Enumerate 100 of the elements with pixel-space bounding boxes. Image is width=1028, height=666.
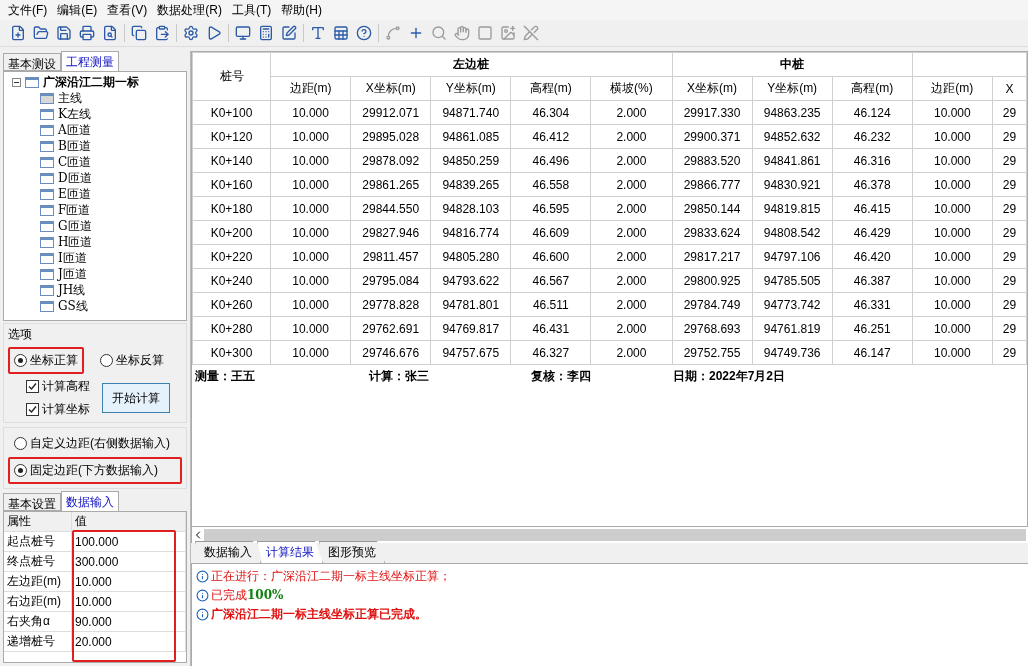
tab[interactable]: 数据输入 xyxy=(61,491,119,511)
tab[interactable]: 数据输入 xyxy=(195,541,261,563)
property-value[interactable]: 20.000 xyxy=(72,632,186,652)
table-cell: 10.000 xyxy=(912,244,993,269)
radio-option[interactable]: 坐标正算 xyxy=(8,347,84,374)
paste-icon[interactable] xyxy=(153,24,171,42)
open-folder-icon[interactable] xyxy=(32,24,50,42)
monitor-icon[interactable] xyxy=(234,24,252,42)
table-cell: 10.000 xyxy=(912,196,993,221)
property-name: 左边距(m) xyxy=(4,572,72,592)
table-cell: 46.304 xyxy=(510,100,591,125)
tab[interactable]: 计算结果 xyxy=(257,541,323,563)
tree-item[interactable]: G匝道 xyxy=(58,217,92,235)
collapse-icon[interactable] xyxy=(12,77,21,87)
table-cell: 46.431 xyxy=(510,316,591,341)
table-cell: 29 xyxy=(992,244,1027,269)
checkbox[interactable] xyxy=(26,380,39,393)
table-cell: 10.000 xyxy=(270,316,351,341)
tree-item[interactable]: H匝道 xyxy=(58,233,93,251)
table-cell: 10.000 xyxy=(912,148,993,173)
scrollbar-thumb[interactable] xyxy=(204,529,1026,541)
edit-icon[interactable] xyxy=(280,24,298,42)
radio-label: 固定边距(下方数据输入) xyxy=(30,462,158,479)
table-cell: 10.000 xyxy=(912,172,993,197)
column-header: 横坡(%) xyxy=(590,76,672,101)
letter-icon[interactable] xyxy=(309,24,327,42)
settings-icon[interactable] xyxy=(182,24,200,42)
menu-item[interactable]: 查看(V) xyxy=(103,1,152,19)
tree-item[interactable]: GS线 xyxy=(58,297,88,315)
spreadsheet-icon[interactable] xyxy=(332,24,350,42)
table-cell: 29746.676 xyxy=(350,340,431,365)
property-value[interactable]: 300.000 xyxy=(72,552,186,572)
table-cell: 94871.740 xyxy=(430,100,511,125)
radio-icon[interactable] xyxy=(100,354,113,367)
tree-item[interactable]: 广深沿江二期一标 xyxy=(43,73,139,91)
table-cell: 2.000 xyxy=(590,124,672,149)
tree-item[interactable]: K左线 xyxy=(58,105,91,123)
table-cell: 29 xyxy=(992,316,1027,341)
table-cell: 29833.624 xyxy=(672,220,753,245)
calculator-icon[interactable] xyxy=(257,24,275,42)
menu-item[interactable]: 数据处理(R) xyxy=(153,1,226,19)
table-cell: 46.415 xyxy=(832,196,913,221)
tree-item[interactable]: I匝道 xyxy=(58,249,87,267)
printer-icon[interactable] xyxy=(78,24,96,42)
checkbox[interactable] xyxy=(26,403,39,416)
new-file-icon[interactable] xyxy=(9,24,27,42)
tab[interactable]: 基本设置 xyxy=(3,493,61,511)
table-cell: 10.000 xyxy=(270,124,351,149)
table-cell: 29 xyxy=(992,100,1027,125)
table-cell: K0+220 xyxy=(192,244,271,269)
menu-item[interactable]: 文件(F) xyxy=(4,1,52,19)
help-icon[interactable] xyxy=(355,24,373,42)
table-cell: 94797.106 xyxy=(752,244,833,269)
tree-item[interactable]: F匝道 xyxy=(58,201,91,219)
table-cell: 46.429 xyxy=(832,220,913,245)
tree-item[interactable]: B匝道 xyxy=(58,137,91,155)
tree-item[interactable]: D匝道 xyxy=(58,169,92,187)
checkbox-label: 计算高程 xyxy=(42,378,90,395)
property-value[interactable]: 100.000 xyxy=(72,532,186,552)
table-cell: 46.420 xyxy=(832,244,913,269)
tree-item[interactable]: C匝道 xyxy=(58,153,92,171)
start-button[interactable]: 开始计算 xyxy=(102,383,170,413)
menu-item[interactable]: 帮助(H) xyxy=(277,1,326,19)
radio-option[interactable]: 坐标反算 xyxy=(94,347,170,374)
property-name: 终点桩号 xyxy=(4,552,72,572)
table-cell: 46.124 xyxy=(832,100,913,125)
property-value[interactable]: 10.000 xyxy=(72,572,186,592)
column-header: 高程(m) xyxy=(832,76,913,101)
radio-label: 坐标正算 xyxy=(30,352,78,369)
log-message: 广深沿江二期一标主线坐标正算已完成。 xyxy=(211,606,427,623)
table-cell: 2.000 xyxy=(590,220,672,245)
group-title: 选项 xyxy=(8,326,33,343)
info-icon xyxy=(196,589,209,602)
menu-item[interactable]: 编辑(E) xyxy=(53,1,102,19)
tree-item[interactable]: A匝道 xyxy=(58,121,91,139)
menu-item[interactable]: 工具(T) xyxy=(228,1,276,19)
radio-icon[interactable] xyxy=(14,464,27,477)
table-cell: 46.378 xyxy=(832,172,913,197)
table-cell: 46.609 xyxy=(510,220,591,245)
save-icon[interactable] xyxy=(55,24,73,42)
radio-option[interactable]: 自定义边距(右侧数据输入) xyxy=(8,430,182,457)
radio-icon[interactable] xyxy=(14,437,27,450)
property-value[interactable]: 10.000 xyxy=(72,592,186,612)
radio-icon[interactable] xyxy=(14,354,27,367)
table-cell: K0+140 xyxy=(192,148,271,173)
table-cell: 2.000 xyxy=(590,316,672,341)
tree-item[interactable]: E匝道 xyxy=(58,185,91,203)
tab[interactable]: 基本测设 xyxy=(3,53,61,71)
tab[interactable]: 图形预览 xyxy=(319,541,385,563)
tree-item[interactable]: 主线 xyxy=(58,89,82,107)
table-cell: 29778.828 xyxy=(350,292,431,317)
file-search-icon[interactable] xyxy=(101,24,119,42)
table-cell: 29900.371 xyxy=(672,124,753,149)
property-name: 递增桩号 xyxy=(4,632,72,652)
tab[interactable]: 工程测量 xyxy=(61,51,119,71)
tree-item[interactable]: JH线 xyxy=(58,281,86,299)
property-value[interactable]: 90.000 xyxy=(72,612,186,632)
radio-option[interactable]: 固定边距(下方数据输入) xyxy=(8,457,182,484)
copy-icon[interactable] xyxy=(130,24,148,42)
tree-item[interactable]: J匝道 xyxy=(58,265,87,283)
